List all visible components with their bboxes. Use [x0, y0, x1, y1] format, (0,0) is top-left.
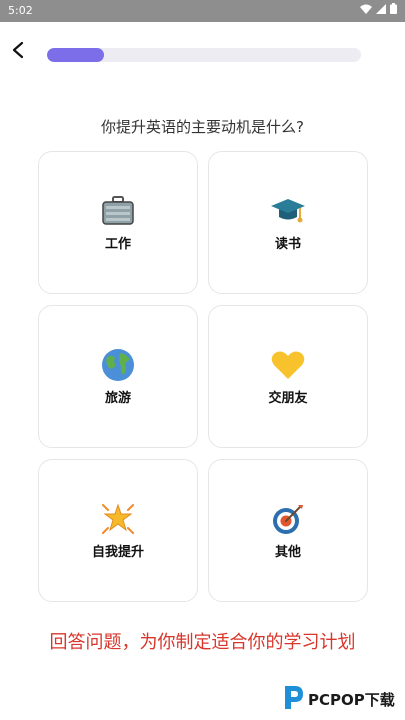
option-other[interactable]: 其他 [208, 459, 368, 602]
option-work[interactable]: 工作 [38, 151, 198, 294]
footer-tip: 回答问题，为你制定适合你的学习计划 [49, 632, 356, 653]
watermark-logo: PCPOP下载 [282, 684, 395, 714]
option-label: 其他 [274, 545, 301, 560]
wifi-icon [360, 4, 372, 17]
pcpop-logo-icon [282, 684, 304, 714]
option-travel[interactable]: 旅游 [38, 305, 198, 448]
option-self-improvement[interactable]: 自我提升 [38, 459, 198, 602]
status-time: 5:02 [8, 4, 33, 17]
briefcase-icon [100, 193, 136, 229]
globe-icon [100, 347, 136, 383]
status-bar: 5:02 [0, 0, 405, 22]
status-icons [360, 3, 397, 17]
question-title: 你提升英语的主要动机是什么? [101, 118, 304, 136]
option-label: 旅游 [104, 391, 131, 406]
target-icon [270, 501, 306, 537]
option-label: 读书 [274, 237, 301, 252]
graduation-cap-icon [270, 193, 306, 229]
progress-fill [47, 48, 104, 62]
option-label: 工作 [104, 237, 131, 252]
watermark-text: PCPOP下载 [308, 690, 395, 709]
progress-bar [47, 48, 361, 62]
signal-icon [376, 3, 386, 17]
option-study[interactable]: 读书 [208, 151, 368, 294]
sparkle-icon [100, 501, 136, 537]
option-friends[interactable]: 交朋友 [208, 305, 368, 448]
heart-icon [270, 347, 306, 383]
option-label: 交朋友 [268, 391, 308, 406]
battery-icon [390, 3, 397, 17]
option-label: 自我提升 [91, 545, 144, 560]
back-button[interactable] [6, 40, 30, 64]
chevron-left-icon [11, 41, 25, 63]
